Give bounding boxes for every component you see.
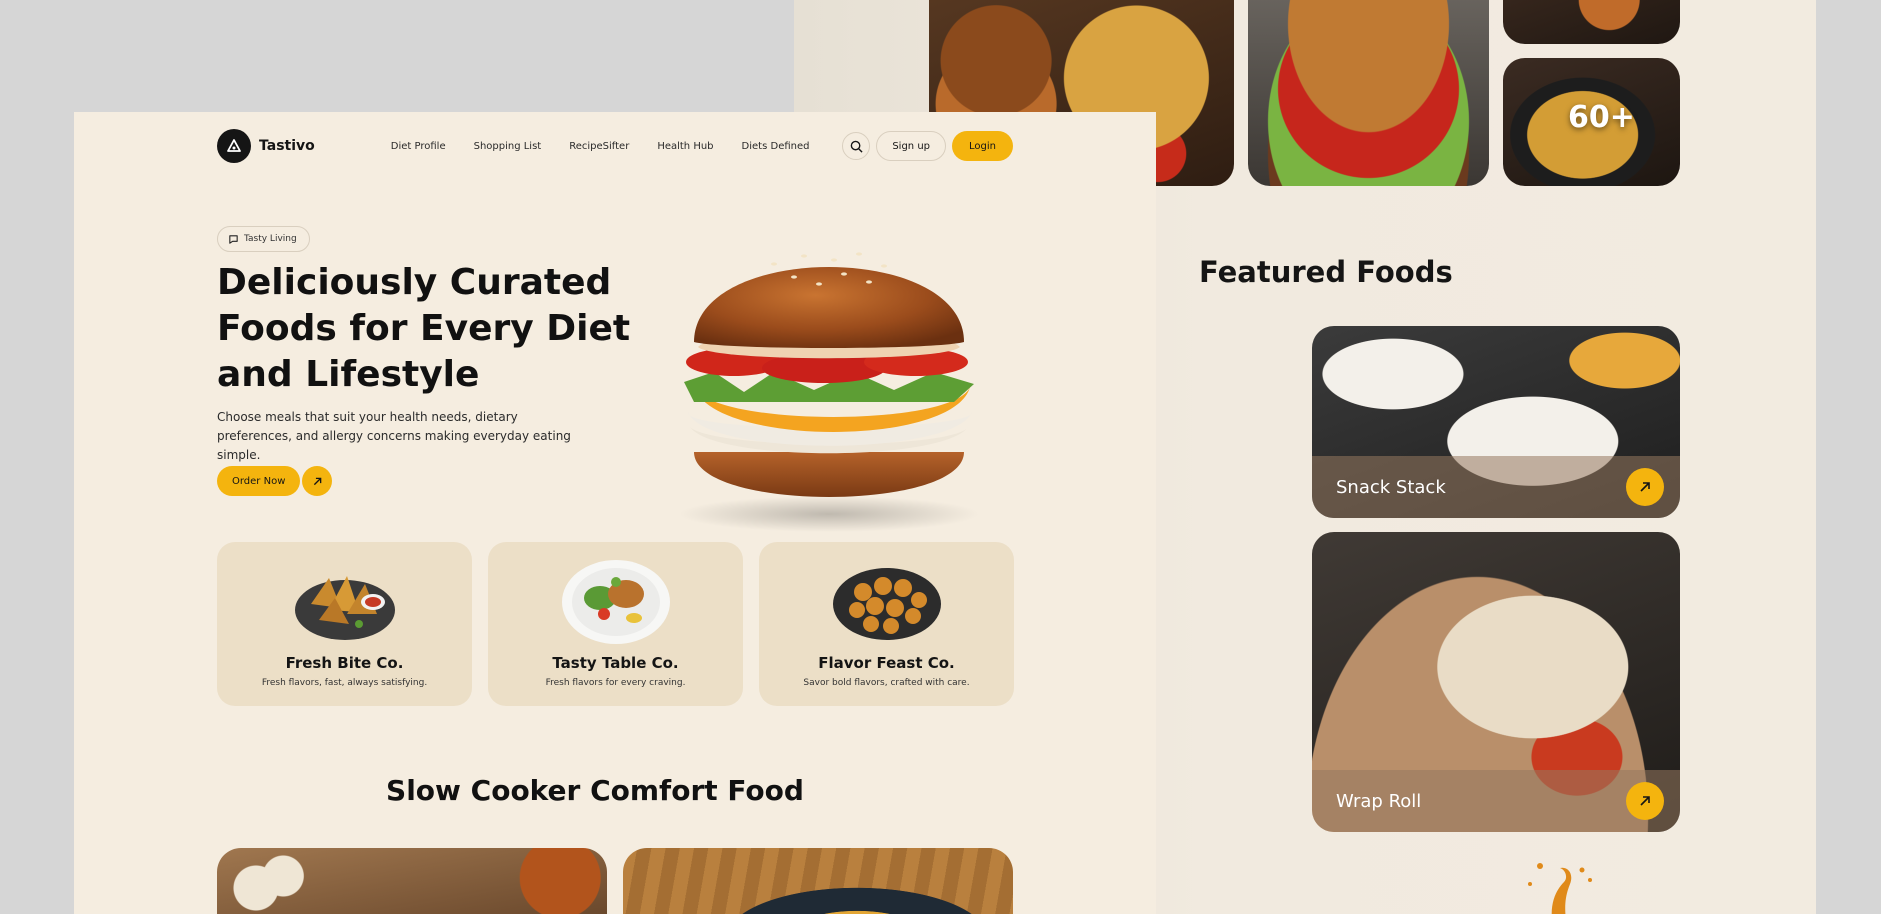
card-title: Flavor Feast Co. [818, 654, 955, 672]
login-button[interactable]: Login [952, 131, 1013, 161]
more-dishes-count: 60+ [1568, 99, 1635, 135]
top-navigation: Tastivo Diet Profile Shopping List Recip… [217, 128, 1013, 164]
hero-description: Choose meals that suit your health needs… [217, 410, 571, 462]
logo-icon [217, 129, 251, 163]
search-button[interactable] [842, 132, 871, 160]
chicken-salad-plate-image [561, 560, 670, 644]
nav-link-health-hub[interactable]: Health Hub [657, 141, 713, 152]
card-title: Fresh Bite Co. [285, 654, 404, 672]
restaurant-cards: Fresh Bite Co. Fresh flavors, fast, alwa… [217, 542, 1014, 706]
restaurant-card-tasty-table[interactable]: Tasty Table Co. Fresh flavors for every … [488, 542, 743, 706]
more-dishes-tile[interactable]: 60+ [1503, 58, 1680, 186]
card-subtitle: Savor bold flavors, crafted with care. [803, 678, 970, 688]
fried-food-image[interactable] [1503, 0, 1680, 44]
main-page: Tastivo Diet Profile Shopping List Recip… [74, 112, 1156, 914]
nav-links: Diet Profile Shopping List RecipeSifter … [391, 141, 810, 152]
hero-burger-image [679, 252, 979, 532]
featured-item-label: Snack Stack [1336, 476, 1446, 498]
nav-link-diet-profile[interactable]: Diet Profile [391, 141, 446, 152]
featured-item-wrap-roll[interactable]: Wrap Roll [1312, 532, 1680, 832]
featured-item-overlay: Wrap Roll [1312, 770, 1680, 832]
arrow-up-right-icon [1640, 796, 1650, 806]
arrow-up-right-icon [313, 477, 322, 485]
sauce-splash-decoration [1528, 863, 1592, 914]
nav-link-shopping-list[interactable]: Shopping List [474, 141, 542, 152]
order-now-button[interactable]: Order Now [217, 466, 301, 496]
featured-item-label: Wrap Roll [1336, 790, 1422, 812]
card-subtitle: Fresh flavors, fast, always satisfying. [261, 678, 428, 688]
featured-item-arrow-button[interactable] [1626, 782, 1664, 820]
hero-badge: Tasty Living [217, 226, 310, 252]
brand-name: Tastivo [259, 138, 315, 154]
fried-balls-plate-image [832, 568, 941, 640]
signup-button[interactable]: Sign up [876, 131, 947, 161]
samosa-plate-image [294, 576, 395, 640]
burger-image[interactable] [1248, 0, 1489, 186]
restaurant-card-flavor-feast[interactable]: Flavor Feast Co. Savor bold flavors, cra… [759, 542, 1014, 706]
arrow-up-right-icon [1640, 482, 1650, 492]
nav-link-recipesifter[interactable]: RecipeSifter [569, 141, 629, 152]
card-title: Tasty Table Co. [552, 654, 679, 672]
logo[interactable]: Tastivo [217, 129, 315, 163]
restaurant-card-fresh-bite[interactable]: Fresh Bite Co. Fresh flavors, fast, alwa… [217, 542, 472, 706]
chat-bubble-icon [229, 234, 238, 244]
search-icon [850, 140, 863, 153]
featured-foods-title: Featured Foods [1199, 255, 1453, 289]
hero-badge-label: Tasty Living [244, 234, 297, 244]
featured-item-snack-stack[interactable]: Snack Stack [1312, 326, 1680, 518]
slow-cooker-item-image[interactable] [217, 848, 607, 914]
hero-title: Deliciously Curated Foods for Every Diet… [217, 262, 631, 395]
slow-cooker-section-title: Slow Cooker Comfort Food [386, 774, 804, 807]
nav-link-diets-defined[interactable]: Diets Defined [742, 141, 810, 152]
order-now-arrow-button[interactable] [302, 466, 333, 496]
slow-cooker-item-image[interactable] [623, 848, 1013, 914]
card-subtitle: Fresh flavors for every craving. [545, 678, 686, 688]
nav-actions: Sign up Login [842, 131, 1013, 161]
featured-item-overlay: Snack Stack [1312, 456, 1680, 518]
featured-item-arrow-button[interactable] [1626, 468, 1664, 506]
hero-cta: Order Now [217, 466, 333, 496]
